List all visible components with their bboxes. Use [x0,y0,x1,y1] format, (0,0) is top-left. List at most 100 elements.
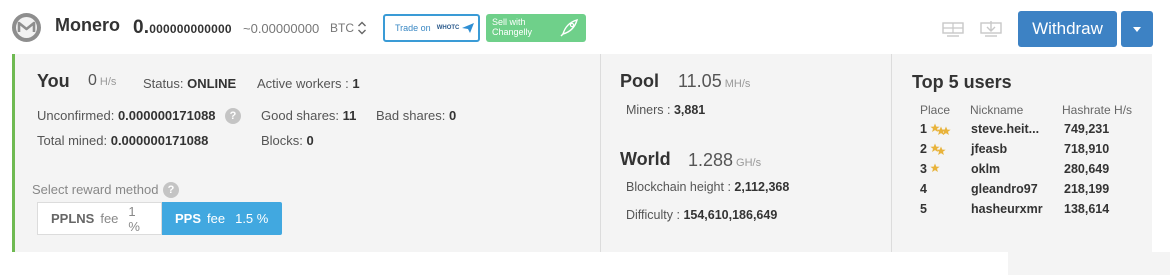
miners-label: Miners [626,103,664,117]
good-shares-label: Good shares: [261,108,340,123]
nickname-value[interactable]: jfeasb [971,142,1007,156]
bad-shares-value: 0 [449,108,457,123]
status-value: ONLINE [187,76,237,91]
good-shares: Good shares: 11 [261,108,356,123]
balance-decimals: 000000000000 [149,22,232,36]
you-hashrate-value: 0 [88,72,97,89]
method-fee: 1 % [128,203,140,234]
blockchain-height: Blockchain height : 2,112,368 [626,180,790,194]
difficulty-label: Difficulty [626,208,674,222]
table-row: 2 jfeasb 718,910 [920,142,1160,162]
logo-icon [12,13,41,42]
bad-shares-label: Bad shares: [376,108,446,123]
place-value: 3 [920,162,927,176]
miners-value: 3,881 [673,103,706,117]
divider [600,54,601,252]
world-hashrate-unit: GH/s [736,157,762,169]
bad-shares: Bad shares: 0 [376,108,456,123]
pool-hashrate: 11.05 MH/s [678,71,750,92]
pool-title: Pool [620,71,659,91]
col-nickname: Nickname [970,103,1024,117]
table-row: 3 oklm 280,649 [920,162,1160,182]
balance-main: 0. [133,17,150,38]
blocks-value: 0 [306,133,314,148]
nickname-value[interactable]: gleandro97 [971,182,1038,196]
reward-method-label: Select reward method [32,182,159,197]
plane-icon [462,23,475,33]
star-rank-icon [930,163,940,172]
col-hashrate: Hashrate H/s [1062,103,1133,117]
changelly-label: Sell with Changelly [492,17,533,37]
you-hashrate: 0 H/s [88,72,116,90]
changelly-button[interactable]: Sell with Changelly [486,14,586,42]
difficulty: Difficulty : 154,610,186,649 [626,208,778,222]
method-fee-label: fee [100,211,119,226]
status-label: Status: [143,76,184,91]
nickname-value[interactable]: hasheurxmr [971,202,1043,216]
page-background-right [1008,252,1170,275]
sort-icon[interactable] [357,19,367,37]
miner-icon[interactable] [941,20,965,38]
pps-option[interactable]: PPS fee 1.5 % [162,202,282,235]
pool-miners: Miners : 3,881 [626,103,706,117]
hashrate-value: 280,649 [1064,162,1110,176]
nickname-value[interactable]: oklm [971,162,1000,176]
place-value: 5 [920,202,927,216]
place-value: 1 [920,122,927,136]
world-title: World [620,149,671,169]
unconfirmed: Unconfirmed: 0.000000171088 [37,108,216,123]
page-background [0,252,1008,275]
hashrate-value: 718,910 [1064,142,1110,156]
unconfirmed-value: 0.000000171088 [117,108,216,123]
trade-button[interactable]: Trade on WHOTC [383,14,480,42]
good-shares-value: 11 [342,108,357,123]
reward-method-toggle: PPLNS fee 1 % PPS fee 1.5 % [37,202,282,235]
method-name: PPLNS [51,211,95,226]
nickname-value[interactable]: steve.heit... [971,122,1039,136]
table-row: 5 hasheurxmr 138,614 [920,202,1160,222]
place-value: 4 [920,182,927,196]
coin-name: Monero [55,15,120,35]
you-hashrate-unit: H/s [99,76,117,88]
method-name: PPS [175,211,202,226]
pool-hashrate-unit: MH/s [724,78,751,90]
you-title: You [37,71,70,91]
withdraw-dropdown-button[interactable] [1121,11,1153,47]
world-hashrate-value: 1.288 [688,150,734,170]
total-mined-label: Total mined: [37,133,108,148]
col-place: Place [920,103,951,117]
blocks: Blocks: 0 [261,133,314,148]
total-mined-value: 0.000000171088 [110,133,209,148]
table-row: 1 steve.heit... 749,231 [920,122,1160,142]
stats-panel: You 0 H/s Status: ONLINE Active workers :… [12,54,1152,252]
difficulty-value: 154,610,186,649 [683,208,778,222]
miner-download-icon[interactable] [979,20,1003,38]
hashrate-value: 138,614 [1064,202,1110,216]
trade-brand: WHOTC [436,25,460,31]
hashrate-value: 749,231 [1064,122,1110,136]
trade-label: Trade on [395,23,431,33]
top-bar: Monero 0.000000000000 ~0.00000000 BTC Tr… [0,0,1170,54]
table-row: 4 gleandro97 218,199 [920,182,1160,202]
currency-label[interactable]: BTC [330,21,354,35]
unconfirmed-label: Unconfirmed: [37,108,115,123]
height-value: 2,112,368 [734,180,790,194]
caret-down-icon [1133,26,1141,32]
help-icon[interactable]: ? [225,108,241,124]
blocks-label: Blocks: [261,133,303,148]
top-users-title: Top 5 users [912,72,1012,92]
workers-label: Active workers [257,76,342,91]
workers-value: 1 [352,76,360,91]
total-mined: Total mined: 0.000000171088 [37,133,208,148]
height-label: Blockchain height [626,180,724,194]
withdraw-button[interactable]: Withdraw [1018,11,1117,47]
method-fee: 1.5 % [235,211,269,226]
pool-hashrate-value: 11.05 [678,71,722,91]
hashrate-value: 218,199 [1064,182,1110,196]
pplns-option[interactable]: PPLNS fee 1 % [37,202,162,235]
star-rank-icon [930,143,946,155]
star-rank-icon [930,123,951,135]
world-hashrate: 1.288 GH/s [688,150,761,171]
status: Status: ONLINE [143,76,236,91]
help-icon[interactable]: ? [163,182,179,198]
